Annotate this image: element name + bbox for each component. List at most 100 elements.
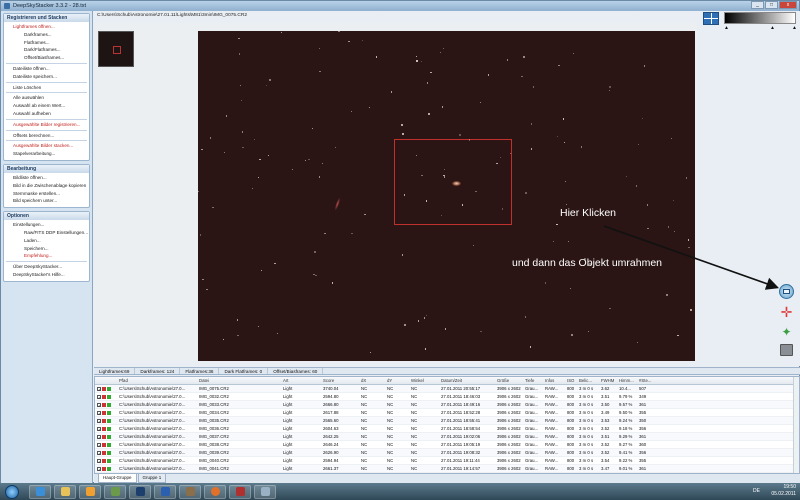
star-edit-tool-icon[interactable]: ✛ [779,304,794,320]
column-header[interactable]: FWHM [599,378,617,383]
menu-item[interactable]: Auswahl ab einem Wert... [6,102,87,110]
maximize-button[interactable]: □ [765,1,778,9]
menu-item[interactable]: Bildliste öffnen... [6,174,87,182]
row-checkbox[interactable]: ✓ [97,402,101,407]
close-button[interactable]: x [779,1,797,9]
taskbar-app-icon[interactable] [104,484,126,499]
astro-image[interactable] [198,31,695,361]
menu-item[interactable]: Stapelverarbeitung... [6,150,87,158]
column-header[interactable]: ISO [565,378,577,383]
column-header[interactable]: Tiefe [523,378,543,383]
menu-item[interactable]: Laden... [6,237,87,245]
taskbar-explorer-icon[interactable] [54,484,76,499]
minimize-button[interactable]: _ [751,1,764,9]
white-point-marker[interactable]: ▲ [792,25,797,31]
row-checkbox[interactable]: ✓ [97,410,101,415]
menu-item[interactable]: Offset/Biasframes... [6,54,87,62]
menu-item[interactable]: DeepSkyStacker's Hilfe... [6,271,87,279]
menu-item[interactable]: Ausgewählte Bilder registrieren... [6,121,87,129]
histogram-icon[interactable] [703,12,719,25]
taskbar-photoshop-icon[interactable] [129,484,151,499]
menu-item[interactable]: Flatframes... [6,39,87,47]
menu-item[interactable]: Einstellungen... [6,221,87,229]
row-checkbox[interactable]: ✓ [97,442,101,447]
row-checkbox[interactable]: ✓ [97,450,101,455]
table-row[interactable]: ✓ C:\Users\Schub\Astronomie\27.0... IMG_00… [95,425,799,433]
menu-item[interactable]: Speichern... [6,245,87,253]
taskbar-ie-icon[interactable] [29,484,51,499]
menu-item[interactable]: Lightframes öffnen... [6,23,87,31]
start-button[interactable] [5,484,19,499]
table-row[interactable]: ✓ C:\Users\Schub\Astronomie\27.0... IMG_00… [95,457,799,465]
table-row[interactable]: ✓ C:\Users\Schub\Astronomie\27.0... IMG_00… [95,449,799,457]
row-checkbox[interactable]: ✓ [97,426,101,431]
menu-item[interactable]: Bild speichern unter... [6,197,87,205]
column-header[interactable]: Datei [197,378,281,383]
taskbar-window-icon[interactable] [254,484,276,499]
clock[interactable]: 19:50 05.02.2011 [771,484,796,498]
taskbar-deepskystacker-icon[interactable] [229,484,251,499]
row-checkbox[interactable]: ✓ [97,458,101,463]
column-header[interactable]: dX [359,378,385,383]
menu-item[interactable]: Dateiliste öffnen... [6,65,87,73]
column-header[interactable]: Größe [495,378,523,383]
row-checkbox[interactable]: ✓ [97,394,101,399]
menu-item[interactable]: Über DeepSkyStacker... [6,263,87,271]
menu-item[interactable]: Dark/Flatframes... [6,46,87,54]
vertical-scrollbar[interactable] [793,377,799,473]
comet-edit-tool-icon[interactable]: ✦ [779,324,794,339]
table-row[interactable]: ✓ C:\Users\Schub\Astronomie\27.0... IMG_00… [95,385,799,393]
column-header[interactable]: #Ste... [637,378,659,383]
column-header[interactable]: Belic... [577,378,599,383]
taskbar-images-icon[interactable] [179,484,201,499]
table-row[interactable]: ✓ C:\Users\Schub\Astronomie\27.0... IMG_00… [95,393,799,401]
menu-item[interactable]: Darkframes... [6,31,87,39]
column-header[interactable]: Score [321,378,359,383]
menu-item[interactable]: Offsets berechnen... [6,132,87,140]
menu-item[interactable]: Raw/FITS DDP Einstellungen... [6,229,88,237]
row-checkbox[interactable]: ✓ [97,434,101,439]
menu-item[interactable]: Ausgewählte Bilder stacken... [6,142,87,150]
table-row[interactable]: ✓ C:\Users\Schub\Astronomie\27.0... IMG_00… [95,401,799,409]
table-row[interactable]: ✓ C:\Users\Schub\Astronomie\27.0... IMG_00… [95,441,799,449]
table-cell: RAW... [545,386,559,391]
mid-point-marker[interactable]: ▲ [770,25,775,31]
taskbar-media-icon[interactable] [79,484,101,499]
column-header[interactable]: Infos [543,378,565,383]
levels-gradient[interactable] [724,12,796,24]
menu-item[interactable]: Sternmaske erstellen... [6,190,87,198]
menu-item[interactable]: Liste Löschen [6,84,87,92]
star [533,86,535,88]
tab-main-group[interactable]: Haupt-Gruppe [98,474,137,483]
column-header[interactable]: Datum/Zeit [439,378,495,383]
column-header[interactable]: Art [281,378,321,383]
menu-item[interactable]: Empfehlung... [6,252,87,260]
thumbnail-preview[interactable] [98,31,134,67]
frame-counts: Lightframes:69 Darkframes: 124 Flatframe… [94,367,800,375]
save-disk-icon[interactable] [780,344,793,356]
row-checkbox[interactable]: ✓ [97,466,101,471]
table-cell: Light [283,450,293,455]
taskbar-firefox-icon[interactable] [204,484,226,499]
black-point-marker[interactable]: ▲ [724,25,729,31]
menu-item[interactable]: Dateiliste speichern... [6,73,87,81]
selection-rectangle[interactable] [394,139,512,225]
row-checkbox[interactable]: ✓ [97,418,101,423]
select-rectangle-tool-icon[interactable] [779,284,794,299]
taskbar-word-icon[interactable] [154,484,176,499]
menu-item[interactable]: Auswahl aufheben [6,110,87,118]
menu-item[interactable]: Bild in die Zwischenablage kopieren [6,182,87,190]
menu-item[interactable]: Alle auswählen [6,94,87,102]
row-checkbox[interactable]: ✓ [97,386,101,391]
column-header[interactable]: dY [385,378,409,383]
tab-group-1[interactable]: Gruppe 1 [137,474,167,483]
column-header[interactable]: Winkel [409,378,439,383]
table-row[interactable]: ✓ C:\Users\Schub\Astronomie\27.0... IMG_00… [95,417,799,425]
language-indicator[interactable]: DE [753,488,760,494]
table-row[interactable]: ✓ C:\Users\Schub\Astronomie\27.0... IMG_00… [95,409,799,417]
column-header[interactable]: Himm... [617,378,637,383]
table-row[interactable]: ✓ C:\Users\Schub\Astronomie\27.0... IMG_00… [95,433,799,441]
table-cell: NC [361,434,368,439]
table-row[interactable]: ✓ C:\Users\Schub\Astronomie\27.0... IMG_00… [95,465,799,473]
column-header[interactable]: Pfad [117,378,197,383]
